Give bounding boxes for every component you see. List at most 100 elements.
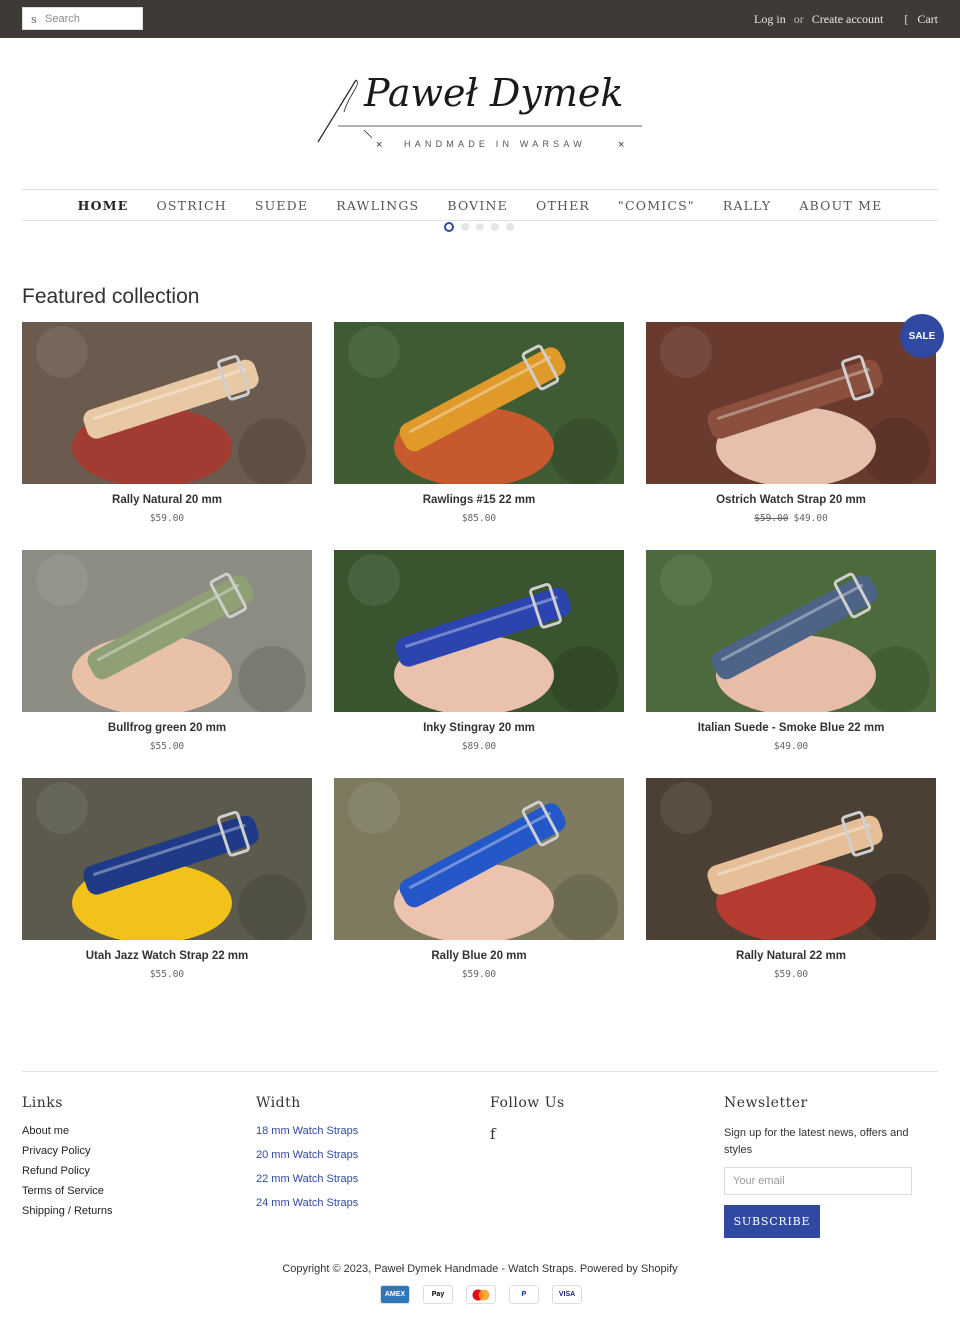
slider-dot[interactable] <box>461 223 469 231</box>
width-link[interactable]: 20 mm Watch Straps <box>256 1149 471 1161</box>
product-price: $59.00 $49.00 <box>646 513 936 524</box>
product-price: $85.00 <box>334 513 624 524</box>
width-link[interactable]: 24 mm Watch Straps <box>256 1197 471 1209</box>
footer-links-title: Links <box>22 1095 63 1111</box>
slider-dots <box>444 222 514 232</box>
product-image[interactable] <box>334 550 624 712</box>
product-current-price: $89.00 <box>461 741 497 752</box>
product-price: $59.00 <box>646 969 936 980</box>
product-image[interactable] <box>646 550 936 712</box>
visa-icon: VISA <box>552 1285 582 1304</box>
login-link[interactable]: Log in <box>754 12 786 26</box>
product-image[interactable] <box>334 778 624 940</box>
product-image[interactable] <box>22 778 312 940</box>
nav-item-6[interactable]: "COMICS" <box>618 198 695 213</box>
cart-link[interactable]: Cart <box>917 12 938 26</box>
subscribe-button[interactable]: SUBSCRIBE <box>724 1205 820 1238</box>
payment-label: Pay <box>431 1291 445 1298</box>
slider-dot[interactable] <box>491 223 499 231</box>
newsletter-email-input[interactable] <box>724 1167 912 1195</box>
paypal-icon: P <box>509 1285 539 1304</box>
nav-item-2[interactable]: SUEDE <box>255 198 308 213</box>
footer-link[interactable]: Terms of Service <box>22 1185 237 1197</box>
product-current-price: $85.00 <box>461 513 497 524</box>
store-logo[interactable]: Paweł Dymek × HANDMADE IN WARSAW × <box>312 62 652 162</box>
product-price: $55.00 <box>22 741 312 752</box>
nav-item-1[interactable]: OSTRICH <box>156 198 226 213</box>
product-card[interactable]: Utah Jazz Watch Strap 22 mm $55.00 <box>22 778 312 980</box>
payment-icons: AMEX Pay P VISA <box>380 1285 582 1304</box>
product-title[interactable]: Rally Blue 20 mm <box>334 950 624 964</box>
cart-icon[interactable]: [ <box>904 12 908 27</box>
logo-wordmark: Paweł Dymek <box>363 71 623 115</box>
product-price: $49.00 <box>646 741 936 752</box>
payment-label: VISA <box>558 1291 576 1298</box>
product-title[interactable]: Rawlings #15 22 mm <box>334 494 624 508</box>
copyright: Copyright © 2023, Paweł Dymek Handmade -… <box>282 1263 678 1275</box>
logo-mark-left: × <box>376 139 382 151</box>
product-price: $89.00 <box>334 741 624 752</box>
featured-collection-title: Featured collection <box>22 285 200 308</box>
account-links: Log in or Create account [ Cart <box>754 12 938 27</box>
footer-link[interactable]: Privacy Policy <box>22 1145 237 1157</box>
mastercard-icon <box>466 1285 496 1304</box>
slider-dot[interactable] <box>476 223 484 231</box>
slider-dot[interactable] <box>444 222 454 232</box>
product-current-price: $49.00 <box>793 513 828 524</box>
search-box[interactable]: s <box>22 7 143 30</box>
product-old-price: $59.00 <box>754 513 789 524</box>
create-account-link[interactable]: Create account <box>812 12 884 26</box>
product-image[interactable] <box>22 550 312 712</box>
product-card[interactable]: Inky Stingray 20 mm $89.00 <box>334 550 624 752</box>
product-title[interactable]: Rally Natural 20 mm <box>22 494 312 508</box>
logo-mark-right: × <box>618 139 624 151</box>
width-link[interactable]: 22 mm Watch Straps <box>256 1173 471 1185</box>
product-title[interactable]: Bullfrog green 20 mm <box>22 722 312 736</box>
product-card[interactable]: Rawlings #15 22 mm $85.00 <box>334 322 624 524</box>
product-title[interactable]: Italian Suede - Smoke Blue 22 mm <box>646 722 936 736</box>
search-input[interactable] <box>45 11 139 27</box>
footer-link[interactable]: Refund Policy <box>22 1165 237 1177</box>
product-image[interactable] <box>646 778 936 940</box>
search-icon[interactable]: s <box>31 13 37 26</box>
footer-newsletter-title: Newsletter <box>724 1095 808 1111</box>
footer-link[interactable]: About me <box>22 1125 237 1137</box>
logo-tagline: HANDMADE IN WARSAW <box>404 139 586 149</box>
footer-link[interactable]: Shipping / Returns <box>22 1205 237 1217</box>
footer-follow-title: Follow Us <box>490 1095 565 1111</box>
product-title[interactable]: Rally Natural 22 mm <box>646 950 936 964</box>
footer-width-title: Width <box>256 1095 301 1111</box>
product-card[interactable]: Rally Natural 20 mm $59.00 <box>22 322 312 524</box>
nav-item-4[interactable]: BOVINE <box>447 198 508 213</box>
payment-label: AMEX <box>384 1291 406 1298</box>
product-card[interactable]: Bullfrog green 20 mm $55.00 <box>22 550 312 752</box>
footer-newsletter: Newsletter Sign up for the latest news, … <box>724 1095 939 1238</box>
width-link[interactable]: 18 mm Watch Straps <box>256 1125 471 1137</box>
sale-badge: SALE <box>900 314 944 358</box>
product-card[interactable]: Rally Natural 22 mm $59.00 <box>646 778 936 980</box>
product-image[interactable] <box>334 322 624 484</box>
footer-divider <box>22 1071 938 1072</box>
product-current-price: $55.00 <box>149 741 185 752</box>
top-bar: s Log in or Create account [ Cart <box>0 0 960 38</box>
slider-dot[interactable] <box>506 223 514 231</box>
or-text: or <box>793 12 804 26</box>
product-title[interactable]: Ostrich Watch Strap 20 mm <box>646 494 936 508</box>
nav-item-5[interactable]: OTHER <box>536 198 590 213</box>
nav-item-0[interactable]: HOME <box>78 198 129 213</box>
product-current-price: $59.00 <box>773 969 809 980</box>
product-card[interactable]: Rally Blue 20 mm $59.00 <box>334 778 624 980</box>
product-card[interactable]: Italian Suede - Smoke Blue 22 mm $49.00 <box>646 550 936 752</box>
facebook-icon[interactable]: f <box>490 1125 496 1143</box>
nav-item-8[interactable]: ABOUT ME <box>799 198 882 213</box>
product-title[interactable]: Utah Jazz Watch Strap 22 mm <box>22 950 312 964</box>
nav-item-3[interactable]: RAWLINGS <box>336 198 419 213</box>
product-price: $59.00 <box>334 969 624 980</box>
product-image[interactable] <box>22 322 312 484</box>
product-image[interactable] <box>646 322 936 484</box>
product-card[interactable]: Ostrich Watch Strap 20 mm $59.00 $49.00 <box>646 322 936 524</box>
product-price: $55.00 <box>22 969 312 980</box>
product-title[interactable]: Inky Stingray 20 mm <box>334 722 624 736</box>
nav-item-7[interactable]: RALLY <box>723 198 772 213</box>
newsletter-text: Sign up for the latest news, offers and … <box>724 1127 909 1156</box>
